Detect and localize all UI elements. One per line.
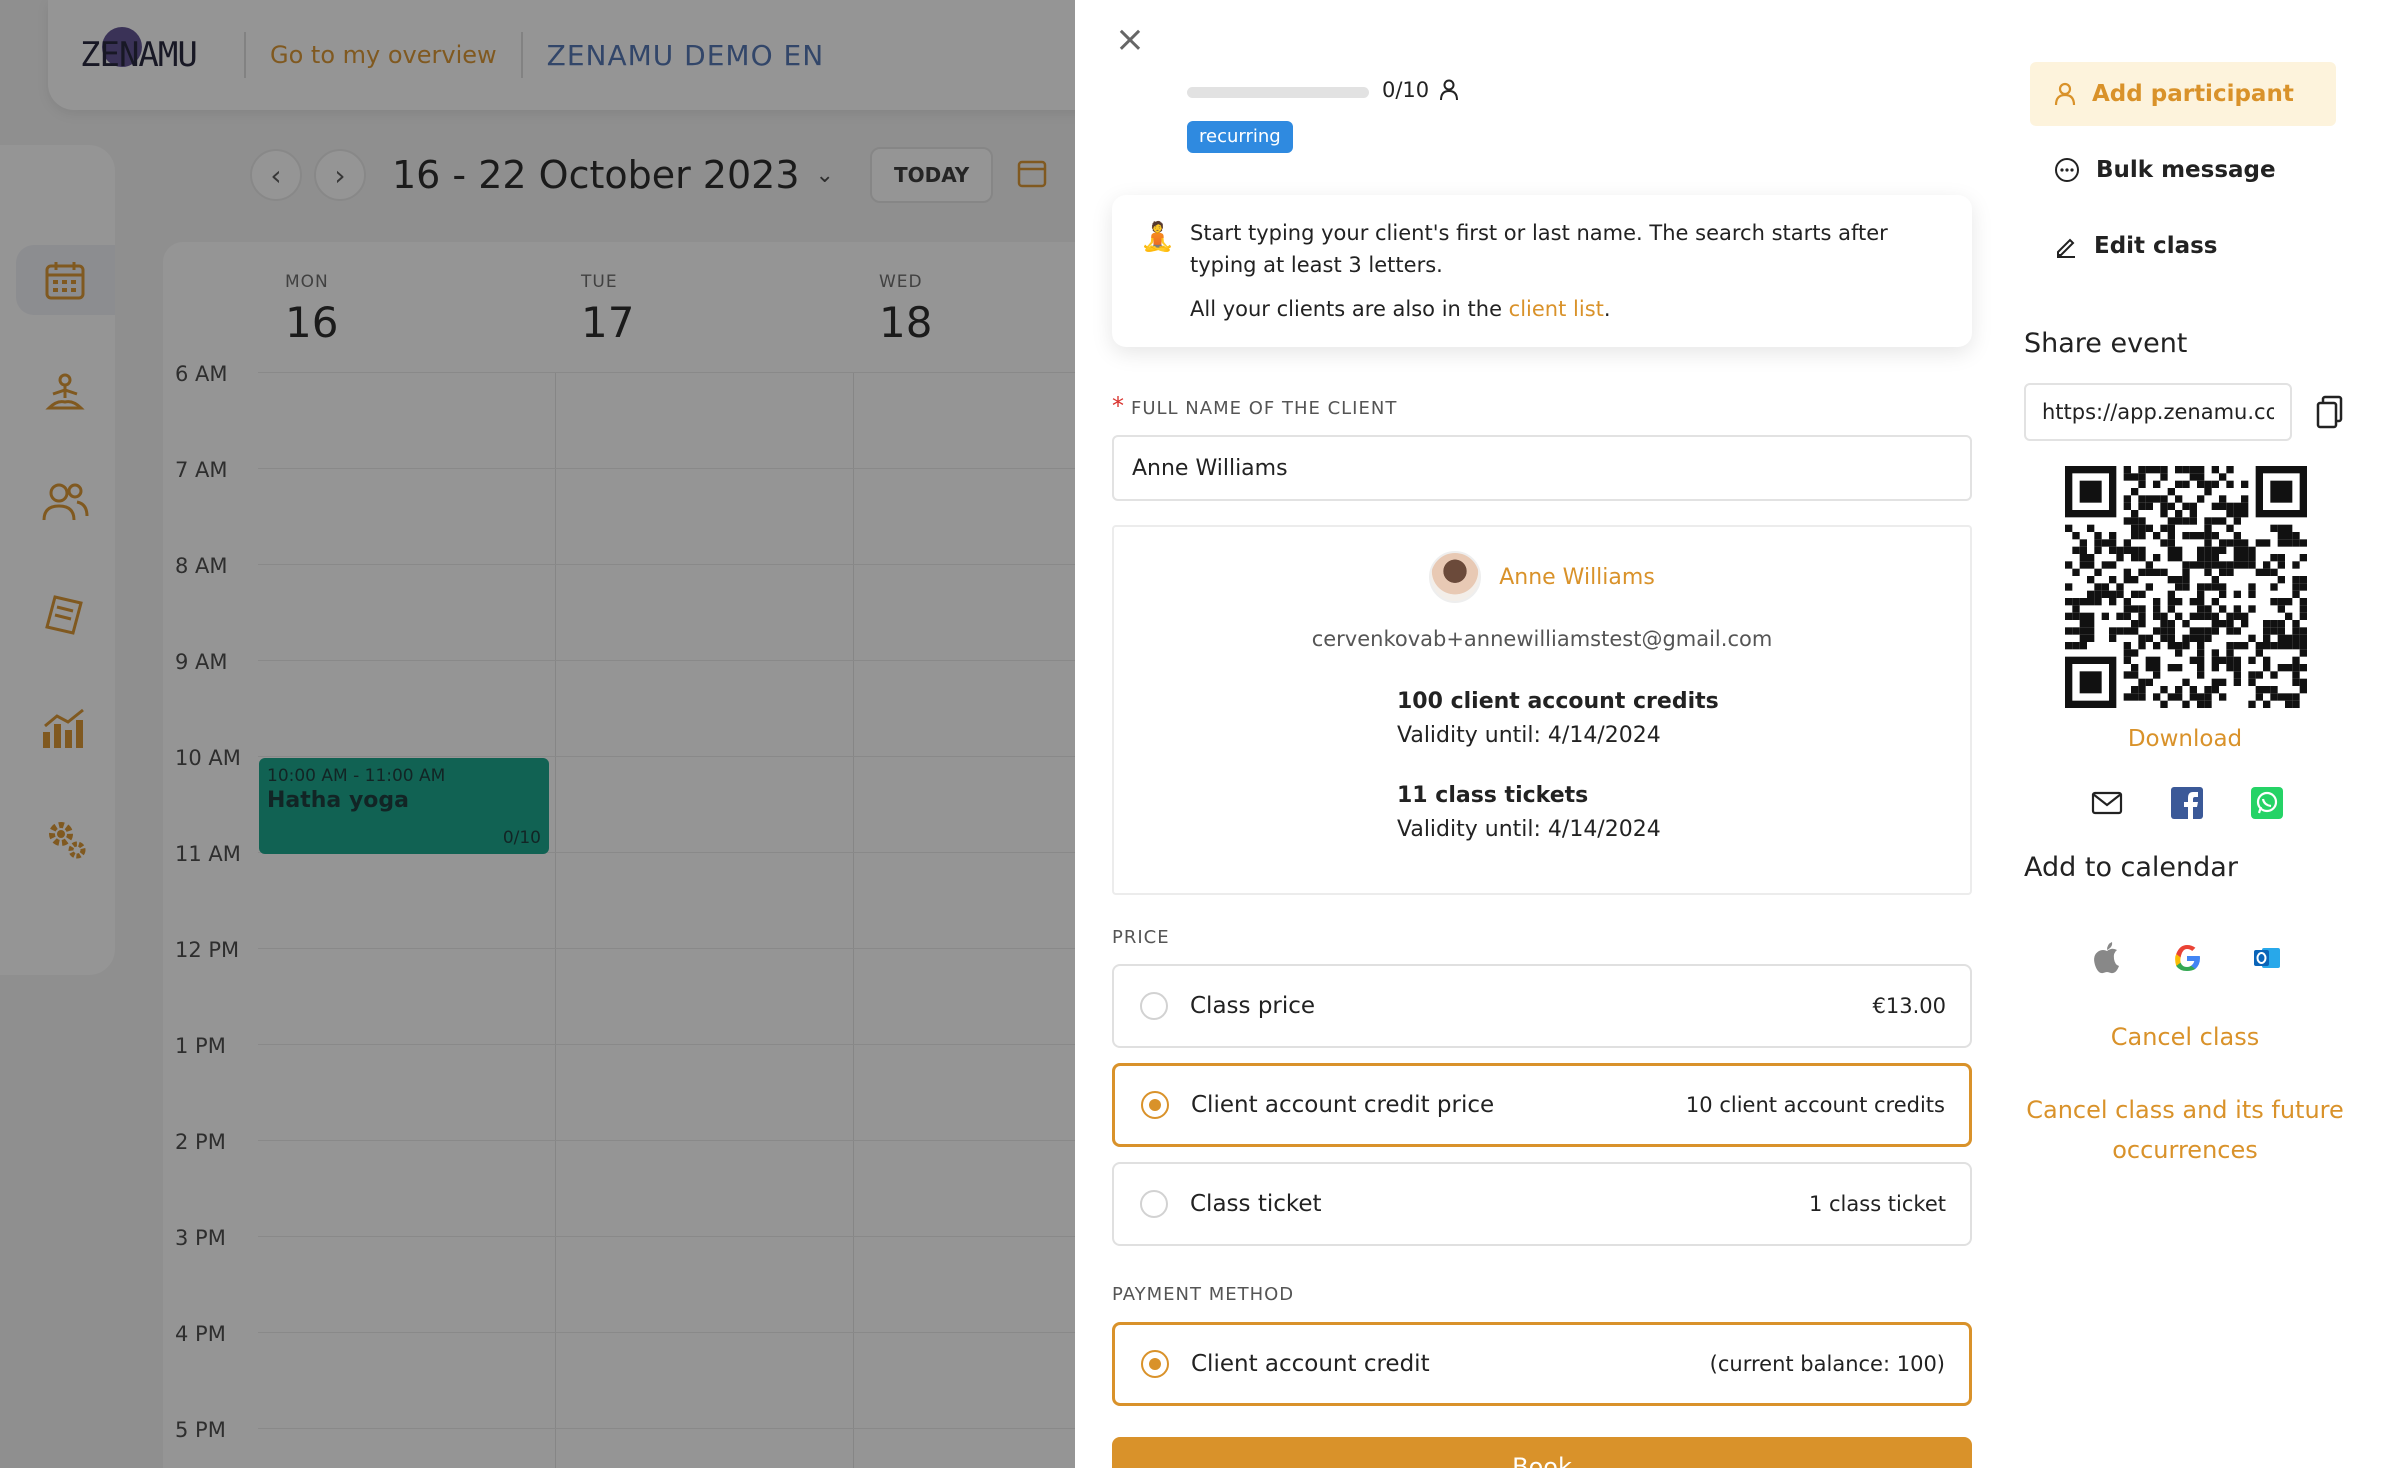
- message-icon: [2055, 158, 2079, 182]
- cancel-future-occurrences-link[interactable]: Cancel class and its future occurrences: [2024, 1090, 2346, 1170]
- price-option-class-ticket[interactable]: Class ticket 1 class ticket: [1112, 1162, 1972, 1246]
- avatar: [1429, 551, 1482, 603]
- google-icon[interactable]: [2169, 940, 2205, 976]
- radio-button[interactable]: [1141, 1091, 1169, 1119]
- price-option-class-price[interactable]: Class price €13.00: [1112, 964, 1972, 1048]
- payment-method-label: PAYMENT METHOD: [1112, 1284, 1295, 1305]
- client-credits: 100 client account credits Validity until…: [1397, 689, 1719, 748]
- book-button[interactable]: Book: [1112, 1437, 1972, 1468]
- apple-icon[interactable]: [2089, 940, 2125, 976]
- capacity-bar: [1187, 87, 1369, 98]
- client-name-input[interactable]: [1112, 435, 1972, 501]
- price-option-credit-price[interactable]: Client account credit price 10 client ac…: [1112, 1063, 1972, 1147]
- email-icon[interactable]: [2090, 786, 2124, 820]
- price-label: PRICE: [1112, 927, 1170, 948]
- close-icon[interactable]: ×: [1110, 20, 1150, 60]
- recurring-badge: recurring: [1187, 121, 1293, 153]
- radio-button[interactable]: [1140, 1190, 1168, 1218]
- yoga-person-icon: 🧘: [1140, 220, 1175, 253]
- share-url-input[interactable]: [2024, 383, 2292, 441]
- pencil-icon: [2057, 238, 2075, 258]
- cancel-class-link[interactable]: Cancel class: [2024, 1017, 2346, 1057]
- add-participant-button[interactable]: Add participant: [2030, 62, 2336, 126]
- person-icon: [2054, 82, 2076, 106]
- bulk-message-button[interactable]: Bulk message: [2030, 138, 2336, 202]
- facebook-icon[interactable]: [2170, 786, 2204, 820]
- client-name-link[interactable]: Anne Williams: [1499, 565, 1655, 590]
- search-info-box: 🧘 Start typing your client's first or la…: [1112, 195, 1972, 347]
- client-tickets: 11 class tickets Validity until: 4/14/202…: [1397, 783, 1661, 842]
- copy-icon[interactable]: [2315, 395, 2345, 433]
- client-field-label: * FULL NAME OF THE CLIENT: [1112, 392, 1398, 420]
- download-link[interactable]: Download: [2024, 726, 2346, 752]
- modal-backdrop[interactable]: [0, 0, 1075, 1468]
- share-event-title: Share event: [2024, 328, 2188, 359]
- whatsapp-icon[interactable]: [2250, 786, 2284, 820]
- payment-option-credit[interactable]: Client account credit (current balance: …: [1112, 1322, 1972, 1406]
- add-to-calendar-title: Add to calendar: [2024, 852, 2238, 883]
- client-card: Anne Williams cervenkovab+annewilliamste…: [1112, 525, 1972, 895]
- client-list-link[interactable]: client list: [1509, 297, 1604, 321]
- person-icon: [1440, 79, 1459, 101]
- radio-button[interactable]: [1140, 992, 1168, 1020]
- outlook-icon[interactable]: [2249, 940, 2285, 976]
- edit-class-button[interactable]: Edit class: [2030, 214, 2336, 278]
- qr-code: [2065, 466, 2307, 708]
- capacity-count: 0/10: [1382, 78, 1459, 102]
- radio-button[interactable]: [1141, 1350, 1169, 1378]
- client-email: cervenkovab+annewilliamstest@gmail.com: [1311, 627, 1773, 651]
- class-detail-drawer: × 0/10 recurring 🧘 Start typing your cli…: [1075, 0, 2386, 1468]
